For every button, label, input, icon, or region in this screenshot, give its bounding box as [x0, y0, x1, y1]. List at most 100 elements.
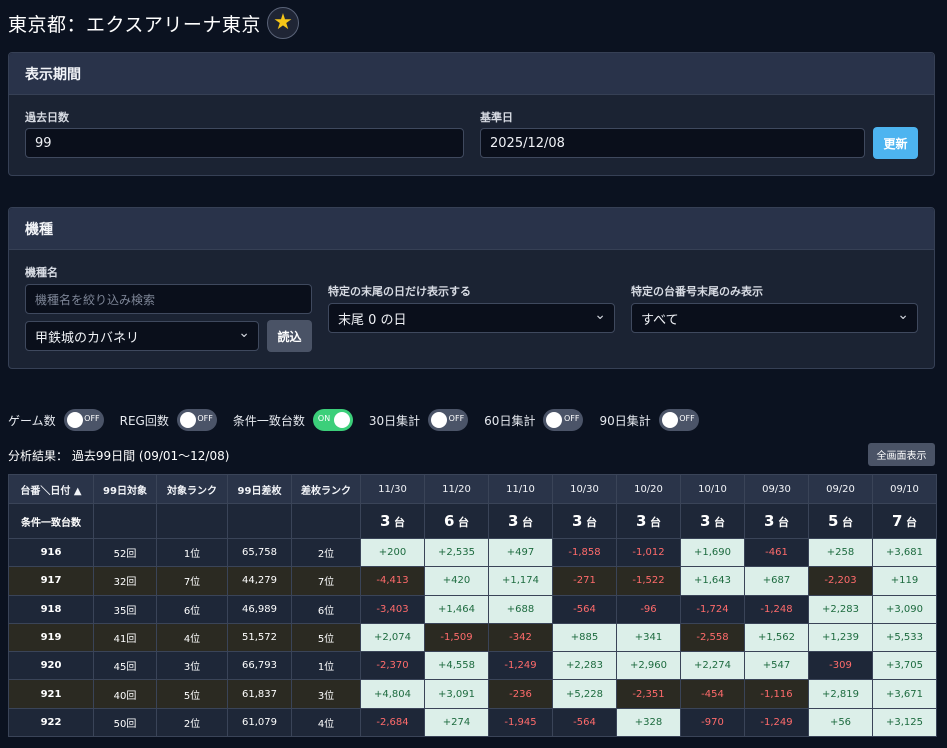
- diff-value-cell: +5,533: [872, 622, 937, 653]
- machine-search-input[interactable]: 機種名を絞り込み検索: [25, 284, 312, 314]
- toggle-30day: 30日集計 OFF: [368, 409, 469, 431]
- machine-number: 919: [8, 622, 94, 653]
- diff-total: 66,793: [227, 651, 292, 681]
- target-count: 50回: [93, 707, 157, 738]
- header-count[interactable]: 99日対象: [93, 474, 157, 504]
- diff-value-cell: +2,283: [552, 651, 617, 681]
- toggle-label: 60日集計: [484, 413, 536, 428]
- diff-value-cell: -1,116: [744, 679, 809, 709]
- header-date[interactable]: 11/10: [488, 474, 553, 504]
- header-date[interactable]: 10/20: [616, 474, 681, 504]
- machine-number: 917: [8, 566, 94, 596]
- match-count-value: 3: [764, 512, 775, 530]
- header-rank[interactable]: 対象ランク: [156, 474, 228, 504]
- machine-panel: 機種 機種名 機種名を絞り込み検索 甲鉄城のカバネリ 読込 特定の末尾の日だけ表…: [8, 207, 935, 369]
- match-count-value: 5: [828, 512, 839, 530]
- diff-value-cell: +687: [744, 566, 809, 596]
- match-count-unit: 台: [905, 516, 917, 529]
- machine-number: 922: [8, 707, 94, 738]
- diff-rank: 1位: [291, 651, 361, 681]
- match-count-row: 条件一致台数 3 台6 台3 台3 台3 台3 台3 台5 台7 台: [8, 503, 937, 539]
- match-count-label: 条件一致台数: [8, 503, 94, 539]
- header-date[interactable]: 11/20: [424, 474, 489, 504]
- diff-value-cell: -4,413: [360, 566, 425, 596]
- tail-unit-select[interactable]: すべて: [631, 303, 918, 333]
- header-date[interactable]: 09/30: [744, 474, 809, 504]
- diff-value-cell: +3,705: [872, 651, 937, 681]
- match-count-cell: 3 台: [616, 503, 681, 539]
- toggle-90day: 90日集計 OFF: [599, 409, 699, 431]
- match-count-unit: 台: [457, 516, 469, 529]
- header-unit-sort[interactable]: 台番＼日付 ▲: [8, 474, 94, 504]
- header-date[interactable]: 09/20: [808, 474, 873, 504]
- update-button[interactable]: 更新: [873, 127, 918, 159]
- toggle-knob: [179, 412, 196, 428]
- empty-cell: [93, 503, 157, 539]
- base-date-input[interactable]: 2025/12/08: [480, 128, 865, 158]
- days-input[interactable]: 99: [25, 128, 464, 158]
- toggle-switch[interactable]: OFF: [63, 409, 104, 431]
- empty-cell: [156, 503, 228, 539]
- diff-value-cell: +4,558: [424, 651, 489, 681]
- diff-rank: 3位: [291, 679, 361, 709]
- machine-select[interactable]: 甲鉄城のカバネリ: [25, 321, 259, 351]
- match-count-unit: 台: [649, 516, 661, 529]
- diff-value-cell: +3,671: [872, 679, 937, 709]
- header-date[interactable]: 09/10: [872, 474, 937, 504]
- diff-rank: 4位: [291, 707, 361, 738]
- target-count: 45回: [93, 651, 157, 681]
- diff-value-cell: +2,283: [808, 594, 873, 624]
- tail-day-select[interactable]: 末尾 0 の日: [328, 303, 615, 333]
- header-diff-rank[interactable]: 差枚ランク: [291, 474, 361, 504]
- diff-value-cell: +547: [744, 651, 809, 681]
- match-count-value: 3: [508, 512, 519, 530]
- toggle-switch[interactable]: OFF: [658, 409, 699, 431]
- diff-value-cell: -564: [552, 594, 617, 624]
- header-date[interactable]: 10/30: [552, 474, 617, 504]
- load-button[interactable]: 読込: [267, 320, 312, 352]
- match-count-cell: 6 台: [424, 503, 489, 539]
- page-header: 東京都：エクスアリーナ東京 ★: [8, 7, 299, 39]
- toggle-knob: [431, 412, 448, 428]
- diff-total: 44,279: [227, 566, 292, 596]
- header-date[interactable]: 11/30: [360, 474, 425, 504]
- star-icon[interactable]: ★: [266, 7, 299, 39]
- diff-value-cell: -1,509: [424, 622, 489, 653]
- diff-value-cell: +200: [360, 537, 425, 568]
- match-count-cell: 3 台: [360, 503, 425, 539]
- empty-cell: [291, 503, 361, 539]
- diff-value-cell: +328: [616, 707, 681, 738]
- tail-day-label: 特定の末尾の日だけ表示する: [328, 285, 471, 298]
- toggle-label: 30日集計: [368, 413, 421, 428]
- toggle-switch[interactable]: OFF: [176, 409, 217, 431]
- diff-rank: 2位: [291, 537, 361, 568]
- header-diff[interactable]: 99日差枚: [227, 474, 292, 504]
- diff-total: 51,572: [227, 622, 292, 653]
- toggle-switch[interactable]: OFF: [543, 409, 584, 431]
- header-date[interactable]: 10/10: [680, 474, 745, 504]
- toggle-switch[interactable]: ON: [312, 409, 353, 431]
- target-rank: 2位: [156, 707, 228, 738]
- diff-total: 65,758: [227, 537, 292, 568]
- toggle-60day: 60日集計 OFF: [484, 409, 584, 431]
- table-row: 922 50回 2位 61,079 4位 -2,684 +274 -1,945 -564 +328…: [8, 707, 937, 738]
- target-rank: 5位: [156, 679, 228, 709]
- target-rank: 6位: [156, 594, 228, 624]
- diff-value-cell: +885: [552, 622, 617, 653]
- diff-value-cell: -970: [680, 707, 745, 738]
- diff-value-cell: +497: [488, 537, 553, 568]
- toggle-knob: [546, 412, 563, 428]
- toggle-label: ゲーム数: [8, 413, 56, 428]
- target-count: 35回: [93, 594, 157, 624]
- target-rank: 1位: [156, 537, 228, 568]
- match-count-cell: 3 台: [552, 503, 617, 539]
- diff-value-cell: -3,403: [360, 594, 425, 624]
- fullscreen-button[interactable]: 全画面表示: [868, 443, 935, 466]
- tail-unit-label: 特定の台番号末尾のみ表示: [631, 285, 763, 298]
- table-row: 919 41回 4位 51,572 5位 +2,074 -1,509 -342 +885 +341…: [8, 622, 937, 653]
- diff-value-cell: +1,174: [488, 566, 553, 596]
- diff-value-cell: +3,090: [872, 594, 937, 624]
- table-row: 921 40回 5位 61,837 3位 +4,804 +3,091 -236 +5,228 -2…: [8, 679, 937, 709]
- diff-value-cell: +2,274: [680, 651, 745, 681]
- toggle-switch[interactable]: OFF: [428, 409, 469, 431]
